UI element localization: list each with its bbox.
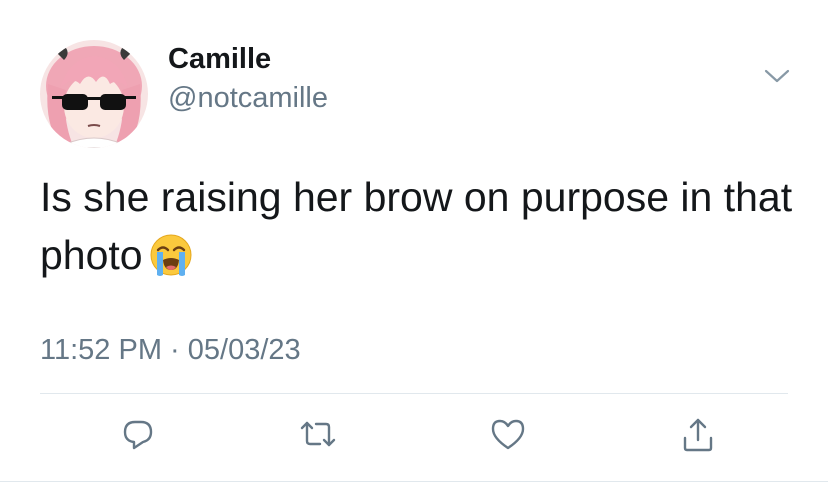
anime-avatar-sunglasses-icon	[40, 40, 148, 148]
timestamp-separator: ·	[170, 334, 180, 366]
retweet-icon	[300, 421, 336, 447]
tweet-date: 05/03/23	[187, 334, 301, 366]
like-button[interactable]	[488, 416, 528, 456]
more-options-button[interactable]	[762, 64, 792, 88]
share-button[interactable]	[678, 416, 718, 456]
author-handle[interactable]: @notcamille	[168, 80, 328, 116]
avatar[interactable]	[40, 40, 148, 148]
divider	[40, 393, 788, 394]
tweet-time: 11:52 PM	[40, 334, 162, 366]
retweet-button[interactable]	[298, 416, 338, 456]
tweet-timestamp[interactable]: 11:52 PM · 05/03/23	[40, 332, 301, 368]
reply-icon	[123, 420, 153, 450]
share-icon	[683, 418, 713, 452]
chevron-down-icon	[764, 69, 790, 83]
heart-icon	[491, 419, 525, 450]
tweet-action-bar	[0, 416, 828, 456]
loudly-crying-face-emoji-icon	[149, 233, 193, 277]
reply-button[interactable]	[118, 416, 158, 456]
author-display-name[interactable]: Camille	[168, 41, 271, 77]
tweet-text: Is she raising her brow on purpose in th…	[40, 168, 800, 284]
